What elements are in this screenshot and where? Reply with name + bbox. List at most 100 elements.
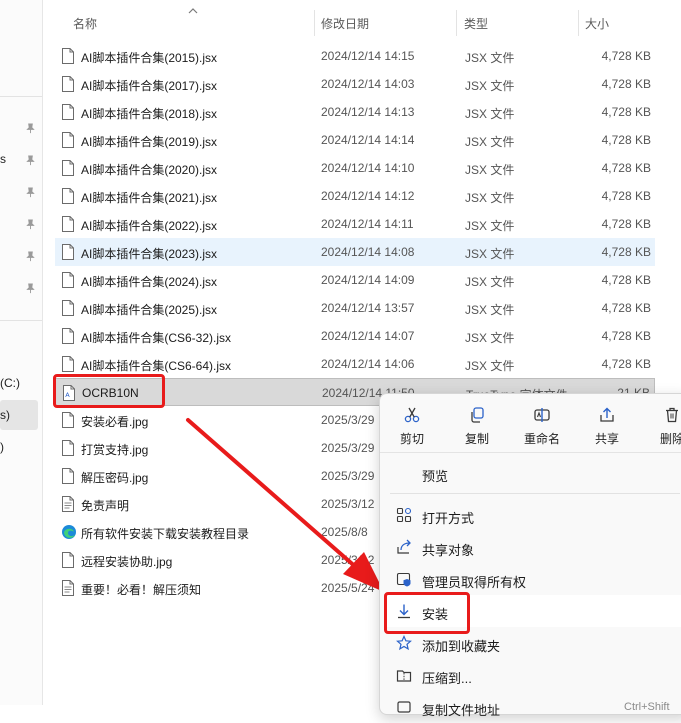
file-size: 4,728 KB: [601, 329, 651, 343]
file-size: 4,728 KB: [601, 161, 651, 175]
copy-label: 复制: [464, 432, 489, 446]
file-icon: [61, 300, 75, 316]
file-row[interactable]: AI脚本插件合集(2015).jsx 2024/12/14 14:15 JSX 文件…: [55, 42, 655, 70]
file-name: 打赏支持.jpg: [81, 443, 149, 457]
file-date-modified: 2024/12/14 14:08: [321, 245, 415, 259]
menu-item-label: 共享对象: [422, 543, 475, 558]
file-name: 重要！必看！解压须知: [81, 583, 202, 597]
file-type: JSX 文件: [465, 51, 515, 65]
file-name: 免责声明: [81, 499, 130, 513]
menu-item-label: 复制文件地址: [422, 703, 501, 718]
file-date-modified: 2025/3/12: [321, 553, 375, 567]
menu-item-preview[interactable]: 预览: [384, 457, 681, 489]
nav-item-drive-c[interactable]: (C:): [0, 376, 20, 390]
admin-shield-icon: [396, 572, 411, 587]
column-divider[interactable]: [314, 10, 315, 36]
menu-item-compress[interactable]: 压缩到...: [384, 659, 681, 691]
column-header-row: 名称 修改日期 类型 大小: [42, 8, 681, 36]
file-date-modified: 2024/12/14 14:06: [321, 357, 415, 371]
file-date-modified: 2024/12/14 14:12: [321, 189, 415, 203]
file-icon: [61, 76, 75, 92]
delete-button[interactable]: 删除: [642, 402, 681, 448]
pin-icon[interactable]: [25, 251, 36, 262]
context-menu: 剪切 复制 重命名 共享 删除 预览 打开方式 共享对象 管理员取得所有权 安装…: [379, 393, 681, 718]
nav-item-label[interactable]: ): [0, 440, 4, 454]
column-header-type[interactable]: 类型: [464, 15, 488, 32]
file-row[interactable]: AI脚本插件合集(2025).jsx 2024/12/14 13:57 JSX 文件…: [55, 294, 655, 322]
column-header-name[interactable]: 名称: [73, 15, 97, 32]
rename-button[interactable]: 重命名: [512, 402, 572, 448]
menu-item-copy-path[interactable]: 复制文件地址 Ctrl+Shift: [384, 691, 681, 723]
file-size: 4,728 KB: [601, 273, 651, 287]
file-size: 4,728 KB: [601, 49, 651, 63]
file-type: JSX 文件: [465, 79, 515, 93]
file-type: JSX 文件: [465, 331, 515, 345]
file-name: AI脚本插件合集(2025).jsx: [81, 303, 218, 317]
file-name: AI脚本插件合集(2023).jsx: [81, 247, 218, 261]
file-icon: [61, 104, 75, 120]
column-header-size[interactable]: 大小: [585, 15, 609, 32]
navigation-pane: s (C:) s) ): [0, 0, 43, 705]
copy-button[interactable]: 复制: [447, 402, 507, 448]
file-type: JSX 文件: [465, 135, 515, 149]
rename-icon: [534, 408, 550, 422]
column-header-date[interactable]: 修改日期: [321, 15, 369, 32]
file-size: 4,728 KB: [601, 217, 651, 231]
file-name: AI脚本插件合集(2017).jsx: [81, 79, 218, 93]
pin-icon[interactable]: [25, 155, 36, 166]
context-menu-quick-actions: 剪切 复制 重命名 共享 删除: [380, 394, 681, 453]
column-divider[interactable]: [456, 10, 457, 36]
share-button[interactable]: 共享: [577, 402, 637, 448]
menu-item-shortcut: Ctrl+Shift: [624, 701, 670, 713]
file-size: 4,728 KB: [601, 301, 651, 315]
open-with-icon: [396, 507, 412, 523]
file-row[interactable]: AI脚本插件合集(2018).jsx 2024/12/14 14:13 JSX 文件…: [55, 98, 655, 126]
pin-icon[interactable]: [25, 187, 36, 198]
cut-button[interactable]: 剪切: [382, 402, 442, 448]
nav-item-label[interactable]: s: [0, 152, 6, 166]
file-row[interactable]: AI脚本插件合集(2020).jsx 2024/12/14 14:10 JSX 文件…: [55, 154, 655, 182]
file-name: AI脚本插件合集(2019).jsx: [81, 135, 218, 149]
file-type: JSX 文件: [465, 275, 515, 289]
file-row[interactable]: AI脚本插件合集(CS6-32).jsx 2024/12/14 14:07 JSX …: [55, 322, 655, 350]
file-icon: [61, 552, 75, 568]
nav-divider: [0, 320, 42, 321]
file-type: JSX 文件: [465, 303, 515, 317]
file-name: AI脚本插件合集(2024).jsx: [81, 275, 218, 289]
pin-icon[interactable]: [25, 283, 36, 294]
sort-ascending-icon: [188, 8, 198, 14]
file-name: AI脚本插件合集(CS6-64).jsx: [81, 359, 232, 373]
file-size: 4,728 KB: [601, 77, 651, 91]
nav-item-label[interactable]: s): [0, 408, 10, 422]
file-icon: [61, 188, 75, 204]
menu-item-label: 预览: [422, 469, 449, 484]
file-row[interactable]: AI脚本插件合集(2019).jsx 2024/12/14 14:14 JSX 文件…: [55, 126, 655, 154]
file-icon: [61, 328, 75, 344]
file-icon: [61, 160, 75, 176]
file-date-modified: 2025/3/29: [321, 413, 375, 427]
file-type: JSX 文件: [465, 107, 515, 121]
menu-item-take-ownership[interactable]: 管理员取得所有权: [384, 563, 681, 595]
file-name: 所有软件安装下载安装教程目录: [81, 527, 250, 541]
menu-item-open-with[interactable]: 打开方式: [384, 499, 681, 531]
file-size: 4,728 KB: [601, 189, 651, 203]
file-date-modified: 2025/3/29: [321, 441, 375, 455]
file-row[interactable]: AI脚本插件合集(2023).jsx 2024/12/14 14:08 JSX 文件…: [55, 238, 655, 266]
column-divider[interactable]: [578, 10, 579, 36]
pin-icon[interactable]: [25, 219, 36, 230]
file-icon: [61, 468, 75, 484]
file-name: 解压密码.jpg: [81, 471, 149, 485]
file-row[interactable]: AI脚本插件合集(2022).jsx 2024/12/14 14:11 JSX 文件…: [55, 210, 655, 238]
star-icon: [396, 635, 412, 651]
pin-icon[interactable]: [25, 123, 36, 134]
file-icon: [61, 356, 75, 372]
file-row[interactable]: AI脚本插件合集(2024).jsx 2024/12/14 14:09 JSX 文件…: [55, 266, 655, 294]
file-date-modified: 2024/12/14 14:11: [321, 217, 414, 231]
file-row[interactable]: AI脚本插件合集(2021).jsx 2024/12/14 14:12 JSX 文件…: [55, 182, 655, 210]
zip-folder-icon: [396, 670, 412, 682]
file-type: JSX 文件: [465, 191, 515, 205]
file-row[interactable]: AI脚本插件合集(2017).jsx 2024/12/14 14:03 JSX 文件…: [55, 70, 655, 98]
menu-item-share-to[interactable]: 共享对象: [384, 531, 681, 563]
text-file-icon: [61, 496, 75, 512]
file-icon: [61, 412, 75, 428]
